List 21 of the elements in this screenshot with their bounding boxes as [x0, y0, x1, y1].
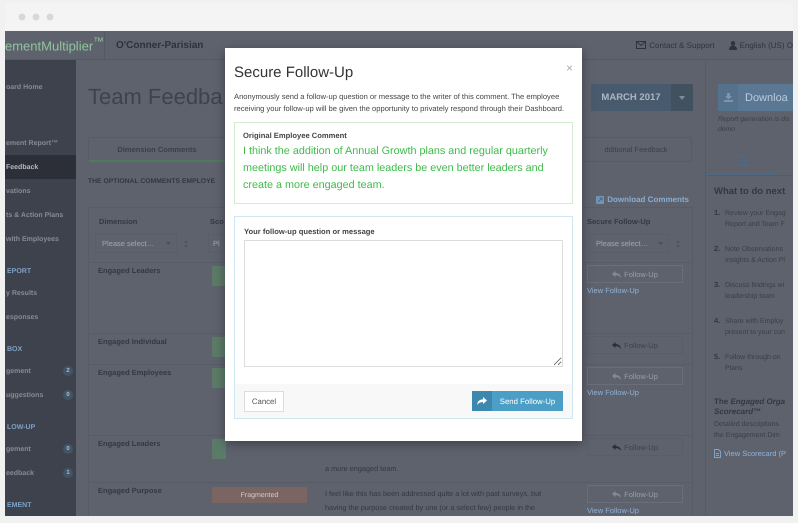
mail-icon [636, 41, 646, 49]
reply-icon [612, 490, 622, 498]
person-icon [728, 40, 737, 50]
close-button[interactable]: × [566, 62, 573, 74]
caret-icon [679, 96, 685, 100]
share-arrow-icon [477, 397, 487, 405]
reply-icon [612, 342, 622, 348]
reply-icon [612, 372, 622, 380]
message-input[interactable] [244, 240, 563, 367]
download-icon [724, 93, 732, 102]
employee-comment: I think the addition of Annual Growth plans and regular quarterly meetings will help our team leaders be even better leaders and create a more engaged team. [243, 144, 549, 193]
export-icon [596, 196, 604, 204]
month-dropdown[interactable]: MARCH 2017 [591, 84, 693, 111]
reply-icon [612, 270, 622, 278]
reply-icon [612, 444, 622, 450]
document-icon [714, 449, 721, 458]
dialog-title: Secure Follow-Up [234, 64, 354, 81]
download-button[interactable]: Downloa [718, 84, 793, 111]
download-comments-link[interactable]: Download Comments [596, 195, 689, 204]
logo: ementMultiplier$^{™}$ [5, 36, 104, 54]
list-icon[interactable] [736, 154, 748, 166]
